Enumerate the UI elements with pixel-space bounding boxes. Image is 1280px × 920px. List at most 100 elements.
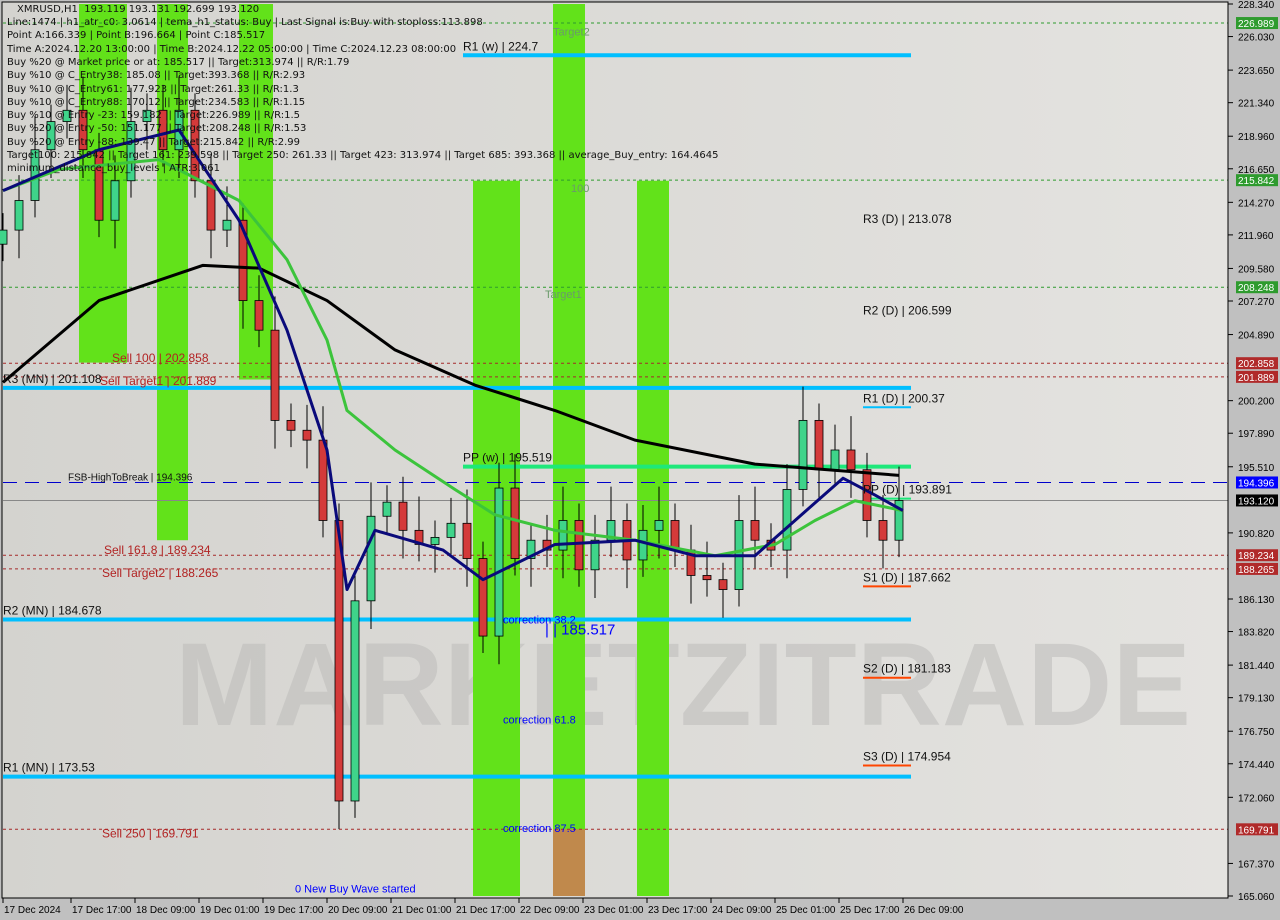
info-line: Line:1474 | h1_atr_c0: 3.0614 | tema_h1_…	[7, 17, 483, 28]
x-tick-label: 25 Dec 01:00	[776, 905, 836, 916]
x-tick-label: 22 Dec 09:00	[520, 905, 580, 916]
candle	[574, 520, 584, 571]
price-tag-label: 226.989	[1238, 19, 1275, 30]
candle	[462, 522, 472, 559]
candle	[382, 501, 392, 517]
y-tick-label: 226.030	[1238, 33, 1275, 44]
sell-level-label: Sell 250 | 169.791	[102, 826, 199, 840]
y-tick-label: 204.890	[1238, 331, 1275, 342]
info-line: minimum_distance_buy_levels | ATR:3.061	[7, 163, 220, 175]
symbol-header: XMRUSD,H1 193.119 193.131 192.699 193.12…	[17, 4, 259, 16]
candle	[846, 449, 856, 471]
pivot-level-label: R1 (D) | 200.37	[863, 391, 945, 405]
y-tick-label: 197.890	[1238, 429, 1275, 440]
price-tag-label: 189.234	[1238, 551, 1275, 562]
info-line: Buy %10 @ C_Entry61: 177.923 || Target:2…	[7, 83, 299, 95]
annotation-label: Target2	[553, 27, 590, 39]
ohlc: 193.119 193.131 192.699 193.120	[84, 4, 260, 15]
sell-level-label: Sell Target2 | 188.265	[102, 566, 219, 580]
pivot-level-label: PP (D) | 193.891	[863, 483, 952, 497]
y-tick-label: 207.270	[1238, 297, 1275, 308]
price-tag-label: 194.396	[1238, 478, 1275, 489]
y-tick-label: 167.370	[1238, 859, 1275, 870]
candle	[0, 229, 8, 245]
x-tick-label: 23 Dec 01:00	[584, 905, 644, 916]
y-tick-label: 179.130	[1238, 694, 1275, 705]
candle	[702, 575, 712, 581]
candle	[398, 501, 408, 531]
candle	[350, 600, 360, 802]
x-tick-label: 24 Dec 09:00	[712, 905, 772, 916]
sell-level-label: Sell 100 | 202.858	[112, 351, 209, 365]
watermark: MARKETZITRADE	[175, 619, 1191, 751]
y-tick-label: 209.580	[1238, 264, 1275, 275]
y-tick-label: 181.440	[1238, 661, 1275, 672]
pivot-level-label: R3 (D) | 213.078	[863, 212, 952, 226]
sell-level-label: Sell 161.8 | 189.234	[104, 543, 211, 557]
fsb-label: FSB-HighToBreak | 194.396	[68, 472, 193, 483]
info-line: Buy %20 @ Entry -50: 151.177 || Target:2…	[7, 123, 307, 135]
annotation-label: correction 61.8	[503, 714, 576, 726]
y-tick-label: 183.820	[1238, 628, 1275, 639]
x-tick-label: 19 Dec 01:00	[200, 905, 260, 916]
pivot-level-label: S2 (D) | 181.183	[863, 662, 951, 676]
candle	[750, 520, 760, 541]
y-tick-label: 174.440	[1238, 760, 1275, 771]
candle	[110, 180, 120, 221]
candle	[366, 515, 376, 602]
info-line: Target100: 215.842 || Target 161: 239.59…	[7, 150, 719, 161]
candle	[446, 522, 456, 538]
x-tick-label: 17 Dec 17:00	[72, 905, 132, 916]
y-tick-label: 214.270	[1238, 198, 1275, 209]
candle	[302, 429, 312, 441]
candle	[654, 520, 664, 531]
annotation-label: | | 185.517	[545, 622, 615, 639]
price-tag-label: 201.889	[1238, 373, 1275, 384]
x-tick-label: 17 Dec 2024	[4, 905, 61, 916]
x-tick-label: 21 Dec 17:00	[456, 905, 516, 916]
candle	[510, 487, 520, 559]
info-line: Buy %10 @ C_Entry38: 185.08 || Target:39…	[7, 70, 306, 82]
candle	[222, 219, 232, 231]
price-tag-label: 202.858	[1238, 359, 1275, 370]
y-tick-label: 172.060	[1238, 793, 1275, 804]
price-tag-label: 188.265	[1238, 565, 1275, 576]
candle	[814, 419, 824, 471]
candle	[430, 536, 440, 545]
info-line: Buy %20 @ Market price or at: 185.517 ||…	[7, 56, 350, 68]
info-line: Point A:166.339 | Point B:196.664 | Poin…	[7, 30, 266, 42]
info-line: Buy %10 @ Entry -23: 159.182 || Target:2…	[7, 110, 300, 122]
pivot-level-label: S1 (D) | 187.662	[863, 570, 951, 584]
x-tick-label: 18 Dec 09:00	[136, 905, 196, 916]
y-tick-label: 211.960	[1238, 231, 1274, 242]
x-tick-label: 26 Dec 09:00	[904, 905, 964, 916]
annotation-label: 100	[571, 183, 589, 195]
x-tick-label: 21 Dec 01:00	[392, 905, 452, 916]
sell-level-label: Sell Target1 | 201.889	[100, 374, 217, 388]
highlight-band	[553, 4, 585, 896]
y-tick-label: 190.820	[1238, 529, 1275, 540]
candle	[830, 449, 840, 471]
candle	[782, 489, 792, 551]
y-tick-label: 176.750	[1238, 727, 1275, 738]
x-tick-label: 25 Dec 17:00	[840, 905, 900, 916]
x-tick-label: 23 Dec 17:00	[648, 905, 708, 916]
y-tick-label: 186.130	[1238, 595, 1275, 606]
candle	[478, 558, 488, 637]
price-tag-label: 193.120	[1238, 496, 1275, 507]
symbol: XMRUSD,H1	[17, 4, 78, 15]
info-line: Time A:2024.12.20 13:00:00 | Time B:2024…	[7, 43, 457, 55]
pivot-level-label: R2 (MN) | 184.678	[3, 603, 102, 617]
y-tick-label: 216.650	[1238, 165, 1275, 176]
candle	[670, 520, 680, 551]
y-tick-label: 228.340	[1238, 0, 1275, 11]
pivot-level-label: R1 (MN) | 173.53	[3, 761, 95, 775]
x-tick-label: 20 Dec 09:00	[328, 905, 388, 916]
info-line: Buy %10 @ C_Entry88: 170.12 || Target:23…	[7, 96, 306, 108]
pivot-level-label: PP (w) | 195.519	[463, 451, 552, 465]
candle	[718, 579, 728, 590]
pivot-level-label: R2 (D) | 206.599	[863, 303, 952, 317]
y-tick-label: 200.200	[1238, 397, 1275, 408]
candle	[638, 529, 648, 561]
price-tag-label: 215.842	[1238, 176, 1275, 187]
